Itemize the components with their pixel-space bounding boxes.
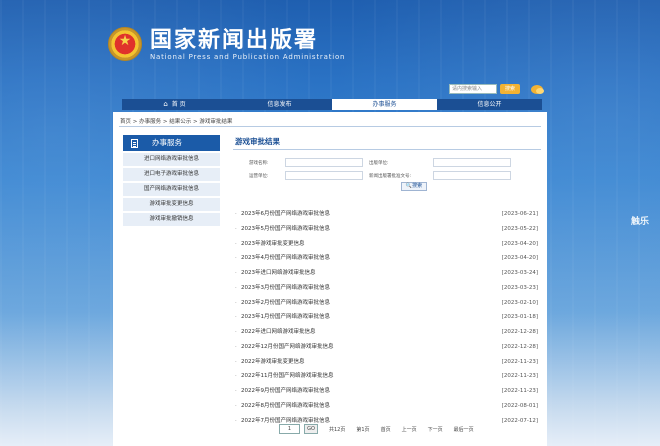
list-item[interactable]: 2022年12月份国产网络游戏审批信息 [2022-12-28] xyxy=(233,340,541,355)
list-item-title[interactable]: 2023年游戏审批变更信息 xyxy=(241,241,305,247)
sidebar-item-import-online[interactable]: 进口网络游戏审批信息 xyxy=(123,153,220,166)
list-item-title[interactable]: 2023年4月份国产网络游戏审批信息 xyxy=(241,255,330,261)
last-page-link[interactable]: 最后一页 xyxy=(454,426,474,433)
operator-input[interactable] xyxy=(285,171,363,180)
list-item-date: [2022-12-28] xyxy=(501,329,538,335)
list-item-title[interactable]: 2022年11月份国产网络游戏审批信息 xyxy=(241,373,334,379)
breadcrumb[interactable]: 首页 > 办事服务 > 结果公示 > 游戏审批结果 xyxy=(120,117,232,125)
list-item-date: [2022-11-23] xyxy=(501,388,538,394)
list-item[interactable]: 2023年5月份国产网络游戏审批信息 [2023-05-22] xyxy=(233,222,541,237)
game-name-label: 游戏名称: xyxy=(249,161,269,166)
nav-item-info-release[interactable]: 信息发布 xyxy=(227,99,332,110)
publisher-input[interactable] xyxy=(433,158,511,167)
list-item-date: [2023-01-18] xyxy=(501,314,538,321)
game-name-input[interactable] xyxy=(285,158,363,167)
sidebar-title: 办事服务 xyxy=(152,138,182,147)
list-item[interactable]: 2022年9月份国产网络游戏审批信息 [2022-11-23] xyxy=(233,384,541,399)
list-item-title[interactable]: 2023年进口网络游戏审批信息 xyxy=(241,270,316,276)
list-item-title[interactable]: 2023年2月份国产网络游戏审批信息 xyxy=(241,300,330,306)
nav-item-home[interactable]: ⌂ 首 页 xyxy=(122,99,227,110)
list-item[interactable]: 2022年11月份国产网络游戏审批信息 [2022-11-23] xyxy=(233,369,541,384)
prev-page-link[interactable]: 上一页 xyxy=(402,426,417,433)
search-form: 游戏名称: 出版单位: 运营单位: 新闻出版署批准文号: 🔍搜索 xyxy=(233,150,541,191)
main-nav: ⌂ 首 页 信息发布 办事服务 信息公开 xyxy=(122,99,542,110)
list-item[interactable]: 2023年3月份国产网络游戏审批信息 [2023-03-23] xyxy=(233,281,541,296)
first-page-link[interactable]: 首页 xyxy=(381,426,391,433)
sidebar-item-domestic-online[interactable]: 国产网络游戏审批信息 xyxy=(123,183,220,196)
content-panel: 首页 > 办事服务 > 结果公示 > 游戏审批结果 办事服务 进口网络游戏审批信… xyxy=(113,112,547,446)
list-item-date: [2022-12-28] xyxy=(501,343,538,350)
list-item-title[interactable]: 2023年3月份国产网络游戏审批信息 xyxy=(241,285,330,291)
wechat-icon[interactable] xyxy=(531,84,544,94)
list-item-title[interactable]: 2022年8月份国产网络游戏审批信息 xyxy=(241,403,330,409)
list-item-date: [2023-04-20] xyxy=(501,240,538,247)
pagination: 1 GO 共12页 第1页 首页 上一页 下一页 最后一页 xyxy=(279,424,474,434)
approval-no-input[interactable] xyxy=(433,171,511,180)
site-title-cn: 国家新闻出版署 xyxy=(150,27,319,53)
list-item[interactable]: 2023年进口网络游戏审批信息 [2023-03-24] xyxy=(233,266,541,281)
list-item[interactable]: 2023年6月份国产网络游戏审批信息 [2023-06-21] xyxy=(233,207,541,222)
list-item-title[interactable]: 2022年进口网络游戏审批信息 xyxy=(241,329,316,335)
list-item[interactable]: 2023年2月份国产网络游戏审批信息 [2023-02-10] xyxy=(233,296,541,311)
operator-label: 运营单位: xyxy=(249,174,269,179)
go-button[interactable]: GO xyxy=(304,424,318,434)
list-item-date: [2023-02-10] xyxy=(501,299,538,306)
home-icon: ⌂ xyxy=(163,100,168,108)
page-number-input[interactable]: 1 xyxy=(279,424,300,434)
list-item-date: [2023-03-24] xyxy=(501,270,538,276)
list-item-title[interactable]: 2022年12月份国产网络游戏审批信息 xyxy=(241,344,334,350)
site-title-en: National Press and Publication Administr… xyxy=(150,53,346,61)
nav-item-info-public[interactable]: 信息公开 xyxy=(437,99,542,110)
sidebar-header: 办事服务 xyxy=(123,135,220,151)
national-emblem-icon xyxy=(108,27,142,61)
current-page: 第1页 xyxy=(356,426,370,433)
total-pages: 共12页 xyxy=(329,426,346,433)
list-item[interactable]: 2023年1月份国产网络游戏审批信息 [2023-01-18] xyxy=(233,310,541,325)
search-button-label: 搜索 xyxy=(412,183,423,189)
search-button[interactable]: 🔍搜索 xyxy=(401,182,427,191)
main-content: 游戏审批结果 游戏名称: 出版单位: 运营单位: 新闻出版署批准文号: 🔍搜索 … xyxy=(233,135,541,428)
approval-no-label: 新闻出版署批准文号: xyxy=(369,174,412,179)
list-item-date: [2022-11-23] xyxy=(501,358,538,365)
list-item-date: [2023-06-21] xyxy=(501,211,538,217)
top-search: 请内搜索输入 搜索 xyxy=(449,84,544,94)
list-item[interactable]: 2023年游戏审批变更信息 [2023-04-20] xyxy=(233,237,541,252)
list-item[interactable]: 2022年8月份国产网络游戏审批信息 [2022-08-01] xyxy=(233,399,541,414)
list-item[interactable]: 2022年进口网络游戏审批信息 [2022-12-28] xyxy=(233,325,541,340)
list-item-title[interactable]: 2022年游戏审批变更信息 xyxy=(241,359,305,365)
list-item[interactable]: 2022年游戏审批变更信息 [2022-11-23] xyxy=(233,355,541,370)
page-title: 游戏审批结果 xyxy=(235,137,280,146)
site-header: 国家新闻出版署 National Press and Publication A… xyxy=(108,22,345,66)
watermark-logo: 触乐 xyxy=(630,217,649,227)
divider xyxy=(119,126,541,127)
publisher-label: 出版单位: xyxy=(369,161,389,166)
top-search-button[interactable]: 搜索 xyxy=(500,84,520,94)
document-icon xyxy=(131,138,138,148)
list-item-title[interactable]: 2023年5月份国产网络游戏审批信息 xyxy=(241,226,330,232)
result-list: 2023年6月份国产网络游戏审批信息 [2023-06-21] 2023年5月份国… xyxy=(233,207,541,428)
sidebar-item-revocations[interactable]: 游戏审批撤销信息 xyxy=(123,213,220,226)
list-item-date: [2022-11-23] xyxy=(501,373,538,380)
sidebar: 办事服务 进口网络游戏审批信息 进口电子游戏审批信息 国产网络游戏审批信息 游戏… xyxy=(123,135,220,226)
list-item-date: [2022-08-01] xyxy=(501,402,538,409)
sidebar-item-changes[interactable]: 游戏审批变更信息 xyxy=(123,198,220,211)
list-item-date: [2023-04-20] xyxy=(501,255,538,262)
nav-item-services[interactable]: 办事服务 xyxy=(332,99,437,110)
list-item-title[interactable]: 2022年7月份国产网络游戏审批信息 xyxy=(241,418,330,424)
list-item-date: [2022-07-12] xyxy=(501,417,538,424)
next-page-link[interactable]: 下一页 xyxy=(428,426,443,433)
list-item-date: [2023-03-23] xyxy=(501,284,538,291)
list-item[interactable]: 2023年4月份国产网络游戏审批信息 [2023-04-20] xyxy=(233,251,541,266)
list-item-title[interactable]: 2023年6月份国产网络游戏审批信息 xyxy=(241,211,330,217)
list-item-date: [2023-05-22] xyxy=(501,225,538,232)
list-item-title[interactable]: 2022年9月份国产网络游戏审批信息 xyxy=(241,388,330,394)
sidebar-item-import-electronic[interactable]: 进口电子游戏审批信息 xyxy=(123,168,220,181)
top-search-input[interactable]: 请内搜索输入 xyxy=(449,84,497,94)
site-title[interactable]: 国家新闻出版署 National Press and Publication A… xyxy=(150,27,345,61)
nav-item-label: 首 页 xyxy=(171,101,186,108)
list-item-title[interactable]: 2023年1月份国产网络游戏审批信息 xyxy=(241,314,330,320)
